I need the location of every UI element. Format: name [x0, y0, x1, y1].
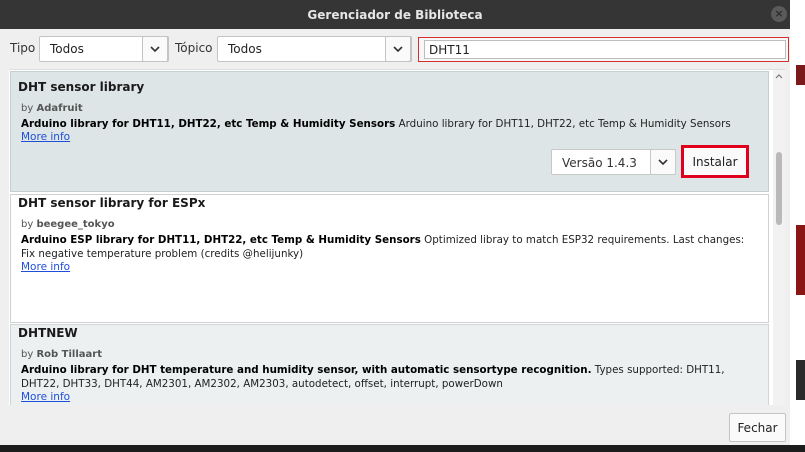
more-info-link[interactable]: More info: [21, 131, 70, 143]
background-strip: [796, 225, 805, 295]
library-name: DHT sensor library: [18, 80, 145, 94]
install-button[interactable]: Instalar: [681, 145, 749, 178]
version-select-value: Versão 1.4.3: [562, 156, 637, 170]
more-info-link[interactable]: More info: [21, 261, 70, 273]
library-name: DHTNEW: [18, 326, 78, 340]
library-description: Arduino library for DHT11, DHT22, etc Te…: [21, 118, 731, 130]
chevron-down-icon[interactable]: [650, 149, 676, 175]
filter-bar: Tipo Todos Tópico Todos: [0, 29, 790, 69]
chevron-down-icon[interactable]: [385, 36, 411, 62]
chevron-down-icon[interactable]: [142, 36, 168, 62]
library-description: Arduino ESP library for DHT11, DHT22, et…: [21, 234, 745, 260]
title-bar: Gerenciador de Biblioteca ×: [0, 0, 790, 29]
library-author: by Rob Tillaart: [21, 349, 102, 360]
search-box: [418, 37, 789, 62]
topic-select[interactable]: Todos: [217, 36, 412, 62]
scrollbar-thumb[interactable]: [776, 152, 782, 225]
library-author: by Adafruit: [21, 103, 83, 114]
background-strip: [796, 65, 805, 85]
scroll-up-icon[interactable]: [775, 72, 783, 81]
type-label: Tipo: [10, 41, 36, 55]
close-button[interactable]: Fechar: [729, 413, 786, 442]
library-description: Arduino library for DHT temperature and …: [21, 364, 725, 390]
window-title: Gerenciador de Biblioteca: [307, 7, 483, 22]
list-item[interactable]: DHTNEW by Rob Tillaart Arduino library f…: [10, 324, 769, 405]
library-name: DHT sensor library for ESPx: [18, 196, 206, 210]
list-item[interactable]: DHT sensor library by Adafruit Arduino l…: [10, 71, 769, 192]
background-taskbar: [0, 445, 805, 452]
library-list[interactable]: DHT sensor library by Adafruit Arduino l…: [9, 69, 785, 405]
vertical-scrollbar[interactable]: [773, 70, 785, 405]
library-author: by beegee_tokyo: [21, 219, 115, 230]
list-item[interactable]: DHT sensor library for ESPx by beegee_to…: [10, 194, 769, 323]
more-info-link[interactable]: More info: [21, 391, 70, 403]
library-manager-window: Gerenciador de Biblioteca × Tipo Todos T…: [0, 0, 790, 452]
background-strip: [796, 360, 805, 400]
topic-label: Tópico: [175, 41, 213, 55]
type-select[interactable]: Todos: [39, 36, 169, 62]
search-input[interactable]: [424, 40, 786, 59]
close-icon[interactable]: ×: [771, 6, 787, 22]
type-select-value: Todos: [50, 42, 84, 56]
version-select[interactable]: Versão 1.4.3: [551, 149, 676, 175]
topic-select-value: Todos: [228, 42, 262, 56]
